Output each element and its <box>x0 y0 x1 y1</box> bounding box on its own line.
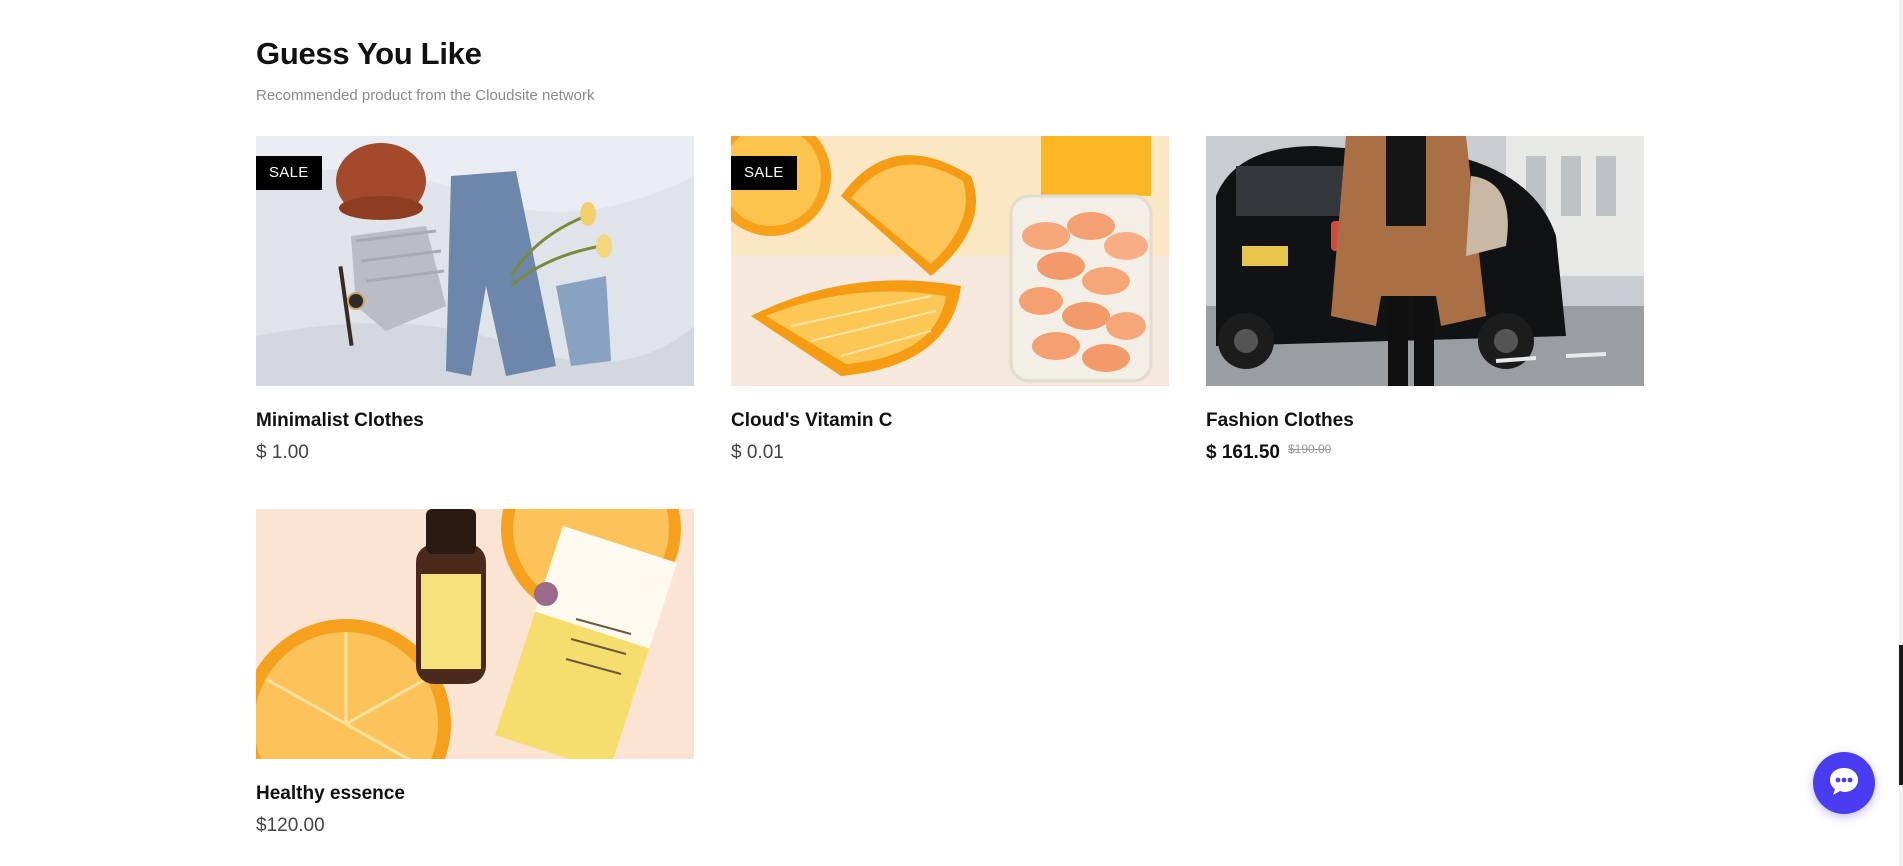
product-image[interactable] <box>256 509 694 759</box>
section-title: Guess You Like <box>256 36 482 71</box>
product-sale-price: $ 161.50 <box>1206 442 1280 463</box>
product-image[interactable]: SALE <box>256 136 694 386</box>
product-title[interactable]: Minimalist Clothes <box>256 409 694 433</box>
product-photo <box>256 509 694 759</box>
product-price: $ 0.01 <box>731 442 784 463</box>
guess-you-like-section: Guess You Like Recommended product from … <box>256 0 1646 836</box>
product-original-price: $190.00 <box>1287 442 1332 456</box>
product-price: $ 1.00 <box>256 442 309 463</box>
scrollbar[interactable] <box>1899 0 1903 866</box>
product-title[interactable]: Healthy essence <box>256 782 694 806</box>
product-price: $120.00 <box>256 815 325 836</box>
product-image[interactable]: SALE <box>731 136 1169 386</box>
sale-badge: SALE <box>731 156 797 190</box>
sale-badge: SALE <box>256 156 322 190</box>
chat-bubble-icon <box>1827 764 1861 803</box>
product-card-fashion-clothes[interactable]: Fashion Clothes $ 161.50 $190.00 <box>1206 136 1644 466</box>
page: Guess You Like Recommended product from … <box>0 0 1903 866</box>
chat-button[interactable] <box>1813 752 1875 814</box>
product-title[interactable]: Fashion Clothes <box>1206 409 1644 433</box>
product-image[interactable] <box>1206 136 1644 386</box>
product-photo <box>731 136 1169 386</box>
price-row: $120.00 <box>256 814 694 838</box>
price-row: $ 161.50 $190.00 <box>1206 441 1644 466</box>
price-row: $ 1.00 <box>256 441 694 465</box>
product-title[interactable]: Cloud's Vitamin C <box>731 409 1169 433</box>
product-card-minimalist-clothes[interactable]: SALE Minimalist Clothes $ 1.00 <box>256 136 694 466</box>
section-subtitle: Recommended product from the Cloudsite n… <box>256 87 595 104</box>
product-photo <box>256 136 694 386</box>
product-card-cloud-vitamin-c[interactable]: SALE Cloud's Vitamin C $ 0.01 <box>731 136 1169 466</box>
product-photo <box>1206 136 1644 386</box>
scrollbar-thumb[interactable] <box>1899 645 1903 785</box>
price-row: $ 0.01 <box>731 441 1169 465</box>
product-grid: SALE Minimalist Clothes $ 1.00 SALE Clou… <box>256 136 1644 838</box>
product-card-healthy-essence[interactable]: Healthy essence $120.00 <box>256 509 694 838</box>
